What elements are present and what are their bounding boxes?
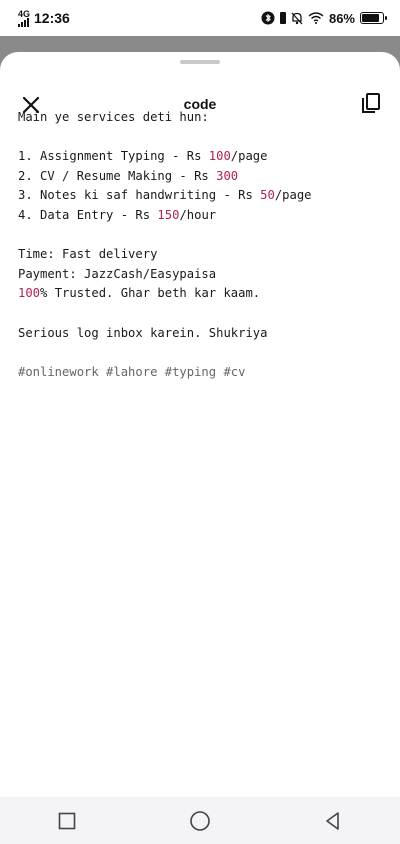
code-line: Time: Fast delivery [18,245,382,265]
status-bar: 4G 12:36 86% [0,0,400,36]
code-text: Payment: JazzCash/Easypaisa [18,266,217,281]
recent-apps-button[interactable] [55,809,79,833]
signal-icon [18,17,29,27]
back-button[interactable] [321,809,345,833]
code-number: 300 [216,168,239,183]
vibrate-icon [279,12,286,24]
code-number: 100 [18,286,41,301]
code-line: 1. Assignment Typing - Rs 100/page [18,147,382,167]
code-line: 2. CV / Resume Making - Rs 300 [18,167,382,187]
code-line: Serious log inbox karein. Shukriya [18,324,382,344]
code-line: #onlinework #lahore #typing #cv [18,363,382,383]
circle-icon [190,810,210,831]
code-text: Time: Fast delivery [18,247,158,262]
battery-fill [362,14,380,22]
code-number: 100 [208,149,231,164]
code-text: 3. Notes ki saf handwriting - Rs [18,188,261,203]
code-text: Serious log inbox karein. Shukriya [18,325,268,340]
network-indicator: 4G [18,8,31,27]
status-right: 86% [261,10,387,26]
status-time: 12:36 [34,10,70,26]
code-line: Payment: JazzCash/Easypaisa [18,265,382,285]
home-button[interactable] [188,809,212,833]
navigation-bar [0,797,400,844]
code-line: Main ye services deti hun: [18,108,382,128]
code-text: /hour [179,207,217,222]
code-text: 4. Data Entry - Rs [18,207,158,222]
square-icon [58,812,75,829]
code-text: % Trusted. Ghar beth kar kaam. [40,286,261,301]
battery-percent: 86% [328,10,355,26]
screen: 4G 12:36 86% code Main ye services deti … [0,0,400,844]
code-text: #onlinework #lahore #typing #cv [18,364,246,379]
status-left: 4G 12:36 [18,8,70,27]
code-number: 50 [260,188,275,203]
back-triangle-icon [326,811,340,830]
mute-bell-icon [291,12,303,24]
code-text: 1. Assignment Typing - Rs [18,149,209,164]
battery-icon [360,12,387,24]
code-text: /page [230,149,268,164]
wifi-icon [308,12,324,24]
drag-handle[interactable] [180,60,220,64]
code-block: Main ye services deti hun: 1. Assignment … [18,108,382,382]
code-text: 2. CV / Resume Making - Rs [18,168,217,183]
code-line: 100% Trusted. Ghar beth kar kaam. [18,284,382,304]
code-number: 150 [157,207,180,222]
code-text: Main ye services deti hun: [18,110,209,124]
code-line: 3. Notes ki saf handwriting - Rs 50/page [18,186,382,206]
code-line: 4. Data Entry - Rs 150/hour [18,206,382,226]
bluetooth-icon [261,11,275,25]
code-text: /page [274,188,312,203]
network-type: 4G [18,8,31,19]
